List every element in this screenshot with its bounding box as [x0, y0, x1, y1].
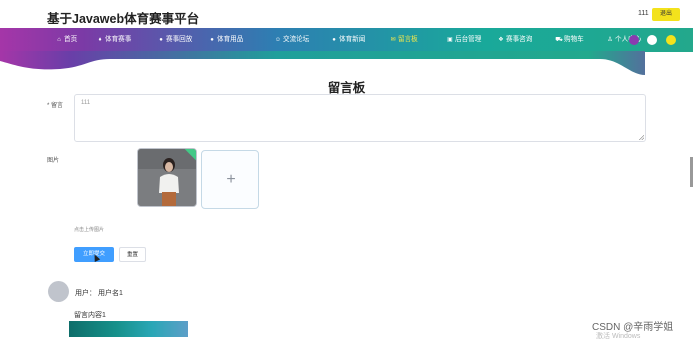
nav-item-label: 体育赛事 — [105, 36, 132, 43]
nav-item-7[interactable]: ▣ 后台管理 — [446, 28, 481, 52]
user-icon: ♙ — [607, 37, 613, 43]
reset-button[interactable]: 重置 — [119, 247, 146, 262]
nav-item-label: 首页 — [64, 36, 78, 43]
message-icon: ✉ — [390, 37, 396, 43]
nav-item-4[interactable]: ☺ 交流论坛 — [274, 28, 309, 52]
nav-item-label: 赛事咨询 — [506, 36, 533, 43]
comment-content: 留言内容1 — [74, 312, 106, 319]
nav-item-label: 后台管理 — [455, 36, 482, 43]
nav-item-label: 体育用品 — [217, 36, 244, 43]
nav-items: ⌂ 首页 ♦ 体育赛事 ● 赛事回放 ● 体育用品 ☺ 交流论坛 ● 体育新闻 ✉ 留言板 ▣ 后台管理 ❖ 赛事… — [0, 28, 693, 52]
uploaded-image[interactable] — [137, 148, 197, 207]
nav-item-8[interactable]: ❖ 赛事咨询 — [497, 28, 532, 52]
current-user: 111 — [638, 10, 649, 17]
site-title: 基于Javaweb体育赛事平台 — [47, 12, 200, 26]
message-textarea[interactable]: 111 — [74, 94, 646, 142]
nav-item-1[interactable]: ♦ 体育赛事 — [96, 28, 131, 52]
comment-image — [69, 321, 188, 337]
news-icon: ● — [332, 37, 336, 43]
nav-item-3[interactable]: ● 体育用品 — [208, 28, 243, 52]
nav-item-0[interactable]: ⌂ 首页 — [55, 28, 77, 52]
white-circle-icon[interactable] — [647, 35, 657, 45]
play-icon: ● — [159, 37, 163, 43]
nav-item-label: 留言板 — [398, 36, 418, 43]
upload-hint: 点击上传图片 — [74, 227, 105, 233]
logout-button[interactable]: 退出 — [652, 8, 680, 21]
nav-item-6[interactable]: ✉ 留言板 — [389, 28, 418, 52]
cart-icon: ⛟ — [555, 37, 563, 43]
comment-avatar — [48, 281, 69, 302]
plus-icon: + — [226, 171, 236, 188]
main-nav: ⌂ 首页 ♦ 体育赛事 ● 赛事回放 ● 体育用品 ☺ 交流论坛 ● 体育新闻 ✉ 留言板 ▣ 后台管理 ❖ 赛事… — [0, 28, 693, 52]
person-photo-icon — [138, 149, 196, 206]
message-label: * 留言 — [47, 103, 64, 109]
avatar-circle-icon[interactable] — [629, 35, 639, 45]
resize-handle-icon[interactable] — [639, 135, 644, 140]
admin-icon: ▣ — [447, 37, 453, 43]
trophy-icon: ♦ — [98, 37, 102, 43]
windows-activation-watermark: 激活 Windows — [596, 333, 641, 340]
info-icon: ❖ — [498, 37, 504, 43]
nav-item-9[interactable]: ⛟购物车 — [555, 28, 584, 52]
chat-icon: ☺ — [274, 37, 282, 43]
box-icon: ● — [210, 37, 214, 43]
comment-user: 用户： 用户名1 — [75, 290, 123, 297]
nav-item-5[interactable]: ● 体育新闻 — [330, 28, 365, 52]
nav-item-label: 体育新闻 — [339, 36, 366, 43]
yellow-circle-icon[interactable] — [666, 35, 676, 45]
nav-item-label: 交流论坛 — [283, 36, 310, 43]
nav-item-2[interactable]: ● 赛事回放 — [157, 28, 192, 52]
message-value: 111 — [81, 100, 91, 106]
image-label: 图片 — [47, 158, 60, 164]
home-icon: ⌂ — [57, 37, 61, 43]
nav-wave-decoration — [0, 51, 693, 75]
top-bar: 基于Javaweb体育赛事平台 111 退出 — [0, 0, 693, 28]
nav-item-label: 购物车 — [564, 36, 584, 43]
nav-item-label: 赛事回放 — [166, 36, 193, 43]
image-upload-button[interactable]: + — [201, 150, 259, 209]
